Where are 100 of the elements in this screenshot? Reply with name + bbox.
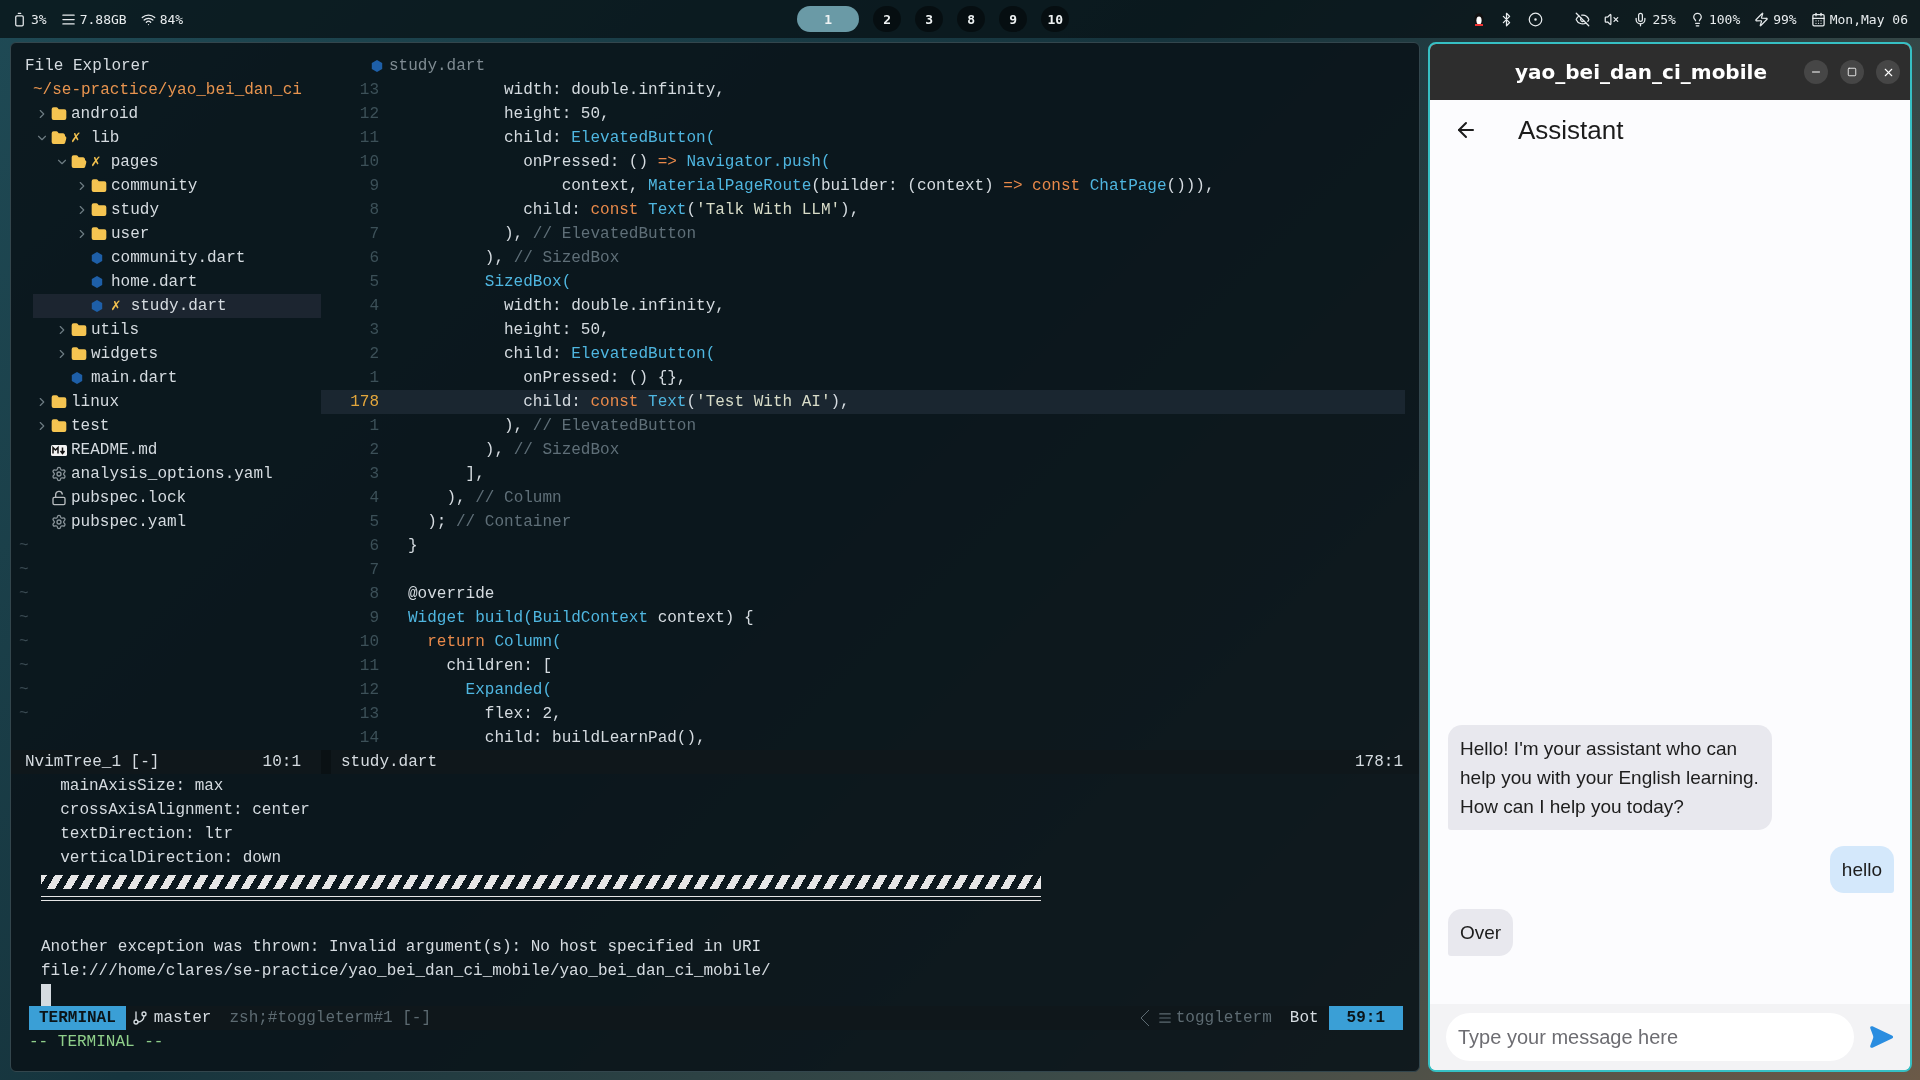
- calendar-icon: [1810, 11, 1826, 27]
- tree-row[interactable]: utils: [33, 318, 321, 342]
- status-text: 84%: [159, 11, 184, 27]
- code-line: ), // ElevatedButton: [503, 416, 697, 437]
- line-number: 6: [368, 248, 379, 269]
- tree-row[interactable]: README.md: [33, 438, 321, 462]
- code-line: child: ElevatedButton(: [503, 128, 716, 149]
- branch-name: master: [153, 1008, 212, 1029]
- tree-row[interactable]: main.dart: [33, 366, 321, 390]
- close-button[interactable]: [1876, 60, 1900, 84]
- maximize-button[interactable]: [1840, 60, 1864, 84]
- tree-row[interactable]: ✗ study.dart: [33, 294, 321, 318]
- folder-open-icon: [71, 154, 87, 170]
- tree-row[interactable]: pubspec.lock: [33, 486, 321, 510]
- git-status-mark: ✗: [91, 152, 101, 173]
- workspace-button[interactable]: 3: [915, 6, 944, 32]
- hexagon-file-icon: [71, 372, 83, 384]
- message-input[interactable]: Type your message here: [1446, 1013, 1854, 1061]
- tree-row[interactable]: widgets: [33, 342, 321, 366]
- workspace-button[interactable]: 10: [1041, 6, 1070, 32]
- cursor-position: 178:1: [1355, 752, 1403, 773]
- gear-icon: [51, 466, 67, 482]
- code-line: Expanded(: [464, 680, 553, 701]
- folder-name: test: [71, 416, 110, 437]
- code-line: child: ElevatedButton(: [503, 344, 716, 365]
- file-name: analysis_options.yaml: [71, 464, 273, 485]
- workspace-button[interactable]: 8: [957, 6, 986, 32]
- code-line: Widget build(BuildContext context) {: [407, 608, 754, 629]
- document-badge-icon: [51, 444, 67, 456]
- tree-row[interactable]: linux: [33, 390, 321, 414]
- file-name: pubspec.lock: [71, 488, 187, 509]
- code-line: child: const Text('Test With AI'),: [522, 392, 850, 413]
- tree-row[interactable]: user: [33, 222, 321, 246]
- folder-name: pages: [110, 152, 159, 173]
- file-name: README.md: [71, 440, 158, 461]
- git-status-mark: ✗: [71, 128, 81, 149]
- tree-row[interactable]: community: [33, 174, 321, 198]
- git-status-mark: ✗: [111, 296, 121, 317]
- code-line: ), // SizedBox: [483, 248, 620, 269]
- workspace-button[interactable]: 2: [873, 6, 902, 32]
- buffer-name: NvimTree_1 [-]: [25, 752, 160, 773]
- buffer-name: zsh;#toggleterm#1 [-]: [229, 1008, 432, 1029]
- window-title: yao_bei_dan_ci_mobile: [1514, 60, 1768, 84]
- folder-open-icon: [51, 130, 67, 146]
- terminal-output: mainAxisSize: max: [59, 776, 225, 797]
- minimize-button[interactable]: [1804, 60, 1828, 84]
- tree-row[interactable]: android: [33, 102, 321, 126]
- line-number: 1: [368, 368, 379, 389]
- code-line: onPressed: () => Navigator.push(: [522, 152, 831, 173]
- line-number: 11: [358, 128, 379, 149]
- line-number: 5: [368, 272, 379, 293]
- code-line: height: 50,: [503, 104, 610, 125]
- line-number: 12: [358, 104, 379, 125]
- code-line: ), // SizedBox: [483, 440, 620, 461]
- tree-row[interactable]: study: [33, 198, 321, 222]
- file-tab[interactable]: study.dart: [389, 54, 485, 78]
- code-line: ); // Container: [426, 512, 572, 533]
- tree-row[interactable]: pubspec.yaml: [33, 510, 321, 534]
- code-line: @override: [407, 584, 495, 605]
- folder-name: study: [111, 200, 159, 221]
- code-line: flex: 2,: [483, 704, 562, 725]
- code-line: child: const Text('Talk With LLM'),: [522, 200, 860, 221]
- workspace-button[interactable]: 9: [999, 6, 1028, 32]
- send-icon: [1868, 1024, 1894, 1050]
- folder-name: utils: [91, 320, 139, 341]
- tree-row[interactable]: ✗ pages: [33, 150, 321, 174]
- mode-message: -- TERMINAL --: [29, 1032, 165, 1053]
- code-line: ],: [464, 464, 485, 485]
- line-number: 9: [368, 608, 379, 629]
- file-name: pubspec.yaml: [71, 512, 187, 533]
- tree-row[interactable]: home.dart: [33, 270, 321, 294]
- code-line: height: 50,: [503, 320, 610, 341]
- line-number: 4: [368, 488, 379, 509]
- folder-icon: [91, 202, 107, 218]
- folder-icon: [91, 178, 107, 194]
- penguin-icon: [1473, 12, 1486, 26]
- status-text: 100%: [1708, 11, 1741, 27]
- code-line: ), // ElevatedButton: [503, 224, 697, 245]
- status-text: 3%: [31, 11, 47, 27]
- tree-row[interactable]: test: [33, 414, 321, 438]
- terminal-output: verticalDirection: down: [59, 848, 283, 869]
- line-number: 5: [368, 512, 379, 533]
- line-number: 178: [349, 392, 379, 413]
- scroll-position: Bot: [1289, 1008, 1319, 1029]
- tree-row[interactable]: ✗ lib: [33, 126, 321, 150]
- list-icon: [1157, 1011, 1172, 1025]
- code-line: child: buildLearnPad(),: [483, 728, 706, 749]
- tree-row[interactable]: analysis_options.yaml: [33, 462, 321, 486]
- code-line: children: [: [445, 656, 553, 677]
- line-number: 6: [368, 536, 379, 557]
- send-button[interactable]: [1868, 1024, 1894, 1050]
- code-line: width: double.infinity,: [503, 296, 725, 317]
- line-number: 3: [368, 464, 379, 485]
- tree-row[interactable]: community.dart: [33, 246, 321, 270]
- terminal-output: Another exception was thrown: Invalid argument(s): No host specified in URI: [41, 937, 763, 958]
- cursor-position: 59:1: [1328, 1006, 1403, 1030]
- terminal-output: crossAxisAlignment: center: [59, 800, 311, 821]
- assistant-message: Hello! I'm your assistant who can help you with your English learning. How can I help you today?: [1448, 725, 1772, 830]
- file-name: study.dart: [130, 296, 227, 317]
- lock-icon: [51, 490, 67, 506]
